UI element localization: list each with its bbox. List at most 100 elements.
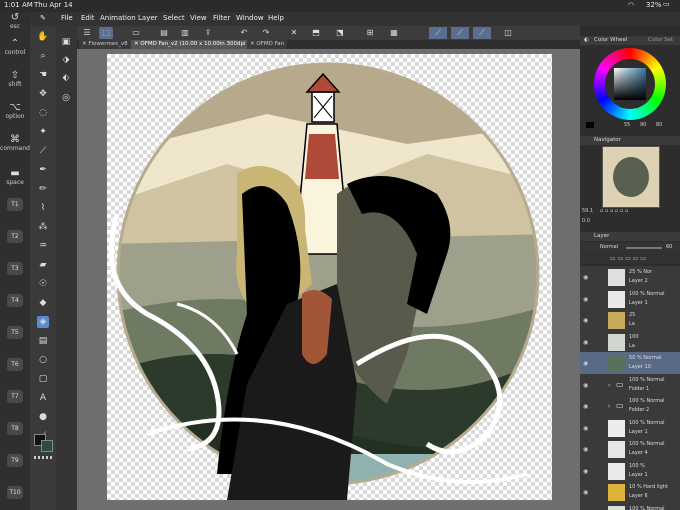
t5-key[interactable]: T5 <box>7 326 23 339</box>
esc-key[interactable]: ↺ esc <box>0 12 30 30</box>
transform-icon[interactable]: ⬒ <box>309 27 323 39</box>
select-tool-icon[interactable]: ⬚ <box>99 27 113 39</box>
new-icon[interactable]: ▤ <box>157 27 171 39</box>
t8-key[interactable]: T8 <box>7 422 23 435</box>
menu-edit[interactable]: Edit <box>81 14 95 22</box>
menu-help[interactable]: Help <box>268 14 284 22</box>
fill-active-icon[interactable]: ◈ <box>37 316 49 328</box>
pan-icon[interactable]: ☚ <box>37 69 49 81</box>
zoom-buttons[interactable]: ▫ ▫ ▫ ▫ ▫ ▫ <box>600 208 628 214</box>
menu-icon[interactable]: ☰ <box>80 27 94 39</box>
text-icon[interactable]: A <box>37 392 49 404</box>
layer-row[interactable]: ◉ 100 % Normal Layer 1 <box>580 416 680 441</box>
save-icon[interactable]: ▭ <box>129 27 143 39</box>
undo-icon[interactable]: ↶ <box>237 27 251 39</box>
layer-row[interactable]: ◉ 100 % Normal Layer 4 <box>580 438 680 462</box>
open-icon[interactable]: ▥ <box>178 27 192 39</box>
balloon-icon[interactable]: ● <box>37 411 49 423</box>
sub-color-swatch[interactable] <box>41 440 53 452</box>
space-key[interactable]: ▬ space <box>0 168 30 186</box>
layer-row[interactable]: ◉ 100 % Normal Layer 1 <box>580 287 680 312</box>
ruler-icon[interactable]: ▦ <box>387 27 401 39</box>
grid-icon[interactable]: ⊞ <box>363 27 377 39</box>
menu-window[interactable]: Window <box>236 14 264 22</box>
eye-icon[interactable]: ◉ <box>583 382 588 389</box>
decoration-icon[interactable]: ♒ <box>37 240 49 252</box>
chevron-right-icon[interactable]: › <box>608 382 610 389</box>
tab-ofmd-fan[interactable]: ✕ OFMD Fan <box>247 40 288 49</box>
angle-value[interactable]: 0.0 <box>582 218 590 224</box>
layer-row[interactable]: ◉ 50 % Normal Layer 10 <box>580 352 680 376</box>
eye-icon[interactable]: ◉ <box>583 360 588 367</box>
eye-icon[interactable]: ◉ <box>583 446 588 453</box>
settings-icon[interactable]: ◫ <box>501 27 515 39</box>
t3-key[interactable]: T3 <box>7 262 23 275</box>
eye-icon[interactable]: ◉ <box>583 317 588 324</box>
lasso-icon[interactable]: ◌ <box>37 107 49 119</box>
sub-tool-icon[interactable]: ◎ <box>60 92 72 104</box>
menu-layer[interactable]: Layer <box>138 14 158 22</box>
figure-icon[interactable]: ○ <box>37 354 49 366</box>
t1-key[interactable]: T1 <box>7 198 23 211</box>
canvas[interactable] <box>107 54 552 500</box>
transparent-swatch[interactable] <box>34 456 52 459</box>
command-key[interactable]: ⌘ command <box>0 134 30 152</box>
color-set-tab[interactable]: Color Set <box>648 36 673 45</box>
blend-mode-select[interactable]: Normal <box>600 244 618 250</box>
chevron-right-icon[interactable]: › <box>608 403 610 410</box>
layer-row[interactable]: ◉ 100 % Layer 1 <box>580 459 680 484</box>
shift-key[interactable]: ⇧ shift <box>0 70 30 88</box>
frame-icon[interactable]: ▢ <box>37 373 49 385</box>
stroke-1-icon[interactable]: ⟋ <box>429 27 447 39</box>
pencil-icon[interactable]: ✏ <box>37 183 49 195</box>
t9-key[interactable]: T9 <box>7 454 23 467</box>
menu-animation[interactable]: Animation <box>100 14 136 22</box>
option-key[interactable]: ⌥ option <box>0 102 30 120</box>
layer-row[interactable]: ◉ › ▭ 100 % Normal Folder 1 <box>580 373 680 398</box>
gradient-icon[interactable]: ▤ <box>37 335 49 347</box>
menu-filter[interactable]: Filter <box>213 14 230 22</box>
sub-tool-icon[interactable]: ⬖ <box>60 72 72 84</box>
eye-icon[interactable]: ◉ <box>583 489 588 496</box>
clear-icon[interactable]: ✕ <box>287 27 301 39</box>
eye-icon[interactable]: ◉ <box>583 296 588 303</box>
app-logo-icon[interactable]: ✎ <box>40 14 46 22</box>
opacity-value[interactable]: 60 <box>666 244 672 250</box>
layer-row[interactable]: ◉100 % Normal <box>580 502 680 510</box>
t7-key[interactable]: T7 <box>7 390 23 403</box>
opacity-slider[interactable] <box>626 247 662 249</box>
layer-row[interactable]: ◉ › ▭ 100 % Normal Folder 2 <box>580 395 680 419</box>
layer-row[interactable]: ◉ 100 La <box>580 330 680 355</box>
t4-key[interactable]: T4 <box>7 294 23 307</box>
t2-key[interactable]: T2 <box>7 230 23 243</box>
tab-flowermes[interactable]: ✕ Flowermes_v8 <box>79 40 131 49</box>
move-icon[interactable]: ✥ <box>37 88 49 100</box>
menu-view[interactable]: View <box>190 14 207 22</box>
t10-key[interactable]: T10 <box>7 486 23 499</box>
eye-icon[interactable]: ◉ <box>583 403 588 410</box>
export-icon[interactable]: ⇪ <box>201 27 215 39</box>
stroke-2-icon[interactable]: ⟋ <box>451 27 469 39</box>
hand-icon[interactable]: ✋ <box>37 31 49 43</box>
zoom-icon[interactable]: ⌕ <box>37 50 49 62</box>
selection-icon[interactable]: ⬔ <box>333 27 347 39</box>
magic-wand-icon[interactable]: ✦ <box>37 126 49 138</box>
t6-key[interactable]: T6 <box>7 358 23 371</box>
layer-tools-icons[interactable]: ▭ ▭ ▭ ▭ ▭ <box>610 255 646 262</box>
sub-tool-icon[interactable]: ▣ <box>60 36 72 48</box>
eraser-icon[interactable]: ▰ <box>37 259 49 271</box>
eye-icon[interactable]: ◉ <box>583 425 588 432</box>
menu-file[interactable]: File <box>61 14 73 22</box>
color-wheel-title[interactable]: Color Wheel <box>594 36 627 45</box>
redo-icon[interactable]: ↷ <box>259 27 273 39</box>
saturation-square[interactable] <box>614 68 646 100</box>
canvas-area[interactable] <box>77 49 580 510</box>
menu-select[interactable]: Select <box>163 14 185 22</box>
eye-icon[interactable]: ◉ <box>583 468 588 475</box>
blend-icon[interactable]: ☉ <box>37 278 49 290</box>
eye-icon[interactable]: ◉ <box>583 274 588 281</box>
control-key[interactable]: ⌃ control <box>0 38 30 56</box>
sub-tool-icon[interactable]: ⬗ <box>60 54 72 66</box>
zoom-value[interactable]: 59.1 <box>582 208 593 214</box>
airbrush-icon[interactable]: ⁂ <box>37 221 49 233</box>
